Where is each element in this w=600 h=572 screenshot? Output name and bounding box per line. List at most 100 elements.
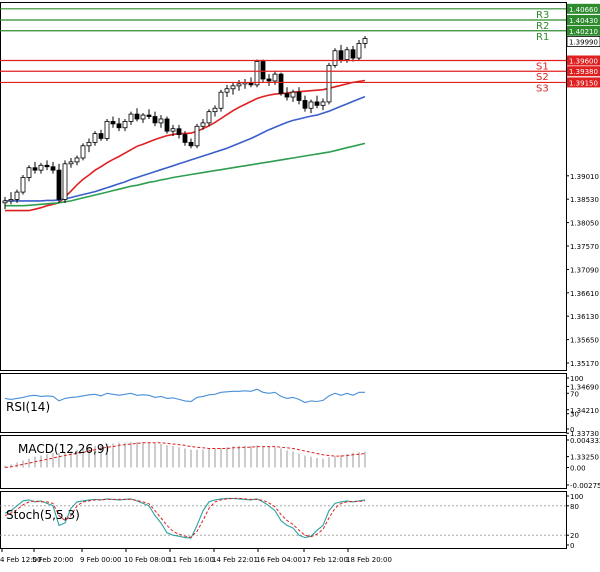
candle-body — [356, 43, 362, 59]
x-tick-label: 18 Feb 20:00 — [346, 556, 392, 564]
candle-body — [278, 73, 284, 95]
rsi-tick-label: 100 — [570, 375, 583, 383]
chart-canvas: 1.39010 1.38530 1.38050 1.37570 1.37090 1.366… — [0, 0, 600, 572]
candle-body — [314, 101, 320, 106]
macd-label: MACD(12,26,9) — [18, 442, 109, 456]
candle-body — [272, 73, 278, 82]
candle-body — [344, 49, 350, 60]
macd-tick-label: 0.00 — [570, 465, 586, 473]
candle-body — [362, 38, 368, 44]
candle-body — [134, 113, 140, 120]
candle-body — [104, 121, 110, 139]
candle-body — [320, 101, 326, 106]
level-tag-text-s3: 1.39150 — [569, 79, 598, 87]
candle-body — [80, 145, 86, 159]
candle-body — [290, 91, 296, 98]
candle-body — [206, 111, 212, 124]
stoch-tick-label: 100 — [570, 493, 583, 501]
candle-body — [68, 161, 74, 165]
level-label-r1: R1 — [536, 32, 549, 43]
x-tick-label: 10 Feb 08:00 — [124, 556, 170, 564]
candle-body — [260, 61, 266, 80]
level-tag-text-r1: 1.40210 — [569, 28, 598, 36]
candle-body — [176, 128, 182, 135]
x-tick-label: 14 Feb 22:01 — [212, 556, 258, 564]
candle-body — [224, 88, 230, 93]
candle-body — [332, 50, 338, 66]
candle-body — [296, 91, 302, 101]
stoch-label: Stoch(5,5,3) — [6, 508, 80, 522]
candle-body — [266, 78, 272, 82]
candle-body — [92, 133, 98, 143]
candle-body — [308, 101, 314, 109]
price-tick-label: 1.39010 — [570, 173, 599, 181]
rsi-tick-label: 30 — [570, 411, 579, 419]
rsi-label: RSI(14) — [6, 400, 50, 414]
candle-body — [194, 125, 200, 147]
rsi-tick-label: 70 — [570, 390, 579, 398]
x-tick-label: 17 Feb 12:00 — [302, 556, 348, 564]
chart-background — [0, 0, 600, 572]
price-tick-label: 1.37090 — [570, 266, 599, 274]
level-tag-text-r3: 1.40660 — [569, 6, 598, 14]
candle-body — [26, 167, 32, 178]
candle-body — [212, 107, 218, 113]
candle-body — [20, 177, 26, 193]
candle-body — [98, 133, 104, 139]
rsi-tick-label: 0 — [570, 426, 574, 434]
level-tag-text-s2: 1.39380 — [569, 68, 598, 76]
candle-body — [146, 114, 152, 117]
candle-body — [284, 93, 290, 98]
candle-body — [128, 113, 134, 122]
stoch-tick-label: 80 — [570, 503, 579, 511]
candle-body — [158, 118, 164, 124]
candle-body — [200, 122, 206, 127]
stoch-tick-label: 0 — [570, 542, 574, 550]
candle-body — [218, 91, 224, 109]
price-tick-label: 1.33250 — [570, 454, 599, 462]
price-tick-label: 1.37570 — [570, 243, 599, 251]
candle-body — [38, 164, 44, 171]
price-tick-label: 1.35650 — [570, 337, 599, 345]
macd-tick-label: 0.004332 — [570, 437, 600, 445]
current-price-text: 1.39990 — [569, 38, 598, 46]
x-tick-label: 5 Feb 20:00 — [32, 556, 73, 564]
macd-tick-label: -0.00275 — [570, 482, 600, 490]
candle-body — [188, 141, 194, 147]
price-tick-label: 1.38050 — [570, 220, 599, 228]
price-tick-label: 1.36130 — [570, 313, 599, 321]
candle-body — [164, 118, 170, 132]
price-tick-label: 1.35170 — [570, 360, 599, 368]
level-tag-text-s1: 1.39600 — [569, 57, 598, 65]
candle-body — [152, 116, 158, 124]
candle-body — [8, 199, 14, 202]
candle-body — [236, 83, 242, 87]
stoch-tick-label: 20 — [570, 532, 579, 540]
candle-body — [14, 191, 20, 200]
candle-body — [116, 123, 122, 129]
candle-body — [56, 169, 62, 200]
x-tick-label: 11 Feb 16:00 — [168, 556, 214, 564]
price-tick-label: 1.36610 — [570, 290, 599, 298]
level-label-s2: S2 — [536, 72, 549, 83]
candle-body — [2, 200, 8, 204]
candle-body — [182, 134, 188, 143]
candle-body — [254, 61, 260, 86]
candle-body — [350, 49, 356, 59]
candle-body — [44, 164, 50, 168]
x-tick-label: 16 Feb 04:00 — [256, 556, 302, 564]
candle-body — [86, 141, 92, 147]
candle-body — [74, 157, 80, 163]
x-tick-label: 9 Feb 00:00 — [80, 556, 121, 564]
candle-body — [230, 85, 236, 90]
level-label-s3: S3 — [536, 83, 549, 94]
level-label-r3: R3 — [536, 10, 549, 21]
candle-body — [302, 100, 308, 109]
level-tag-text-r2: 1.40430 — [569, 17, 598, 25]
candle-body — [110, 121, 116, 125]
candle-body — [140, 114, 146, 120]
candle-body — [338, 50, 344, 60]
price-tick-label: 1.38530 — [570, 196, 599, 204]
candle-body — [62, 163, 68, 200]
candle-body — [50, 166, 56, 171]
